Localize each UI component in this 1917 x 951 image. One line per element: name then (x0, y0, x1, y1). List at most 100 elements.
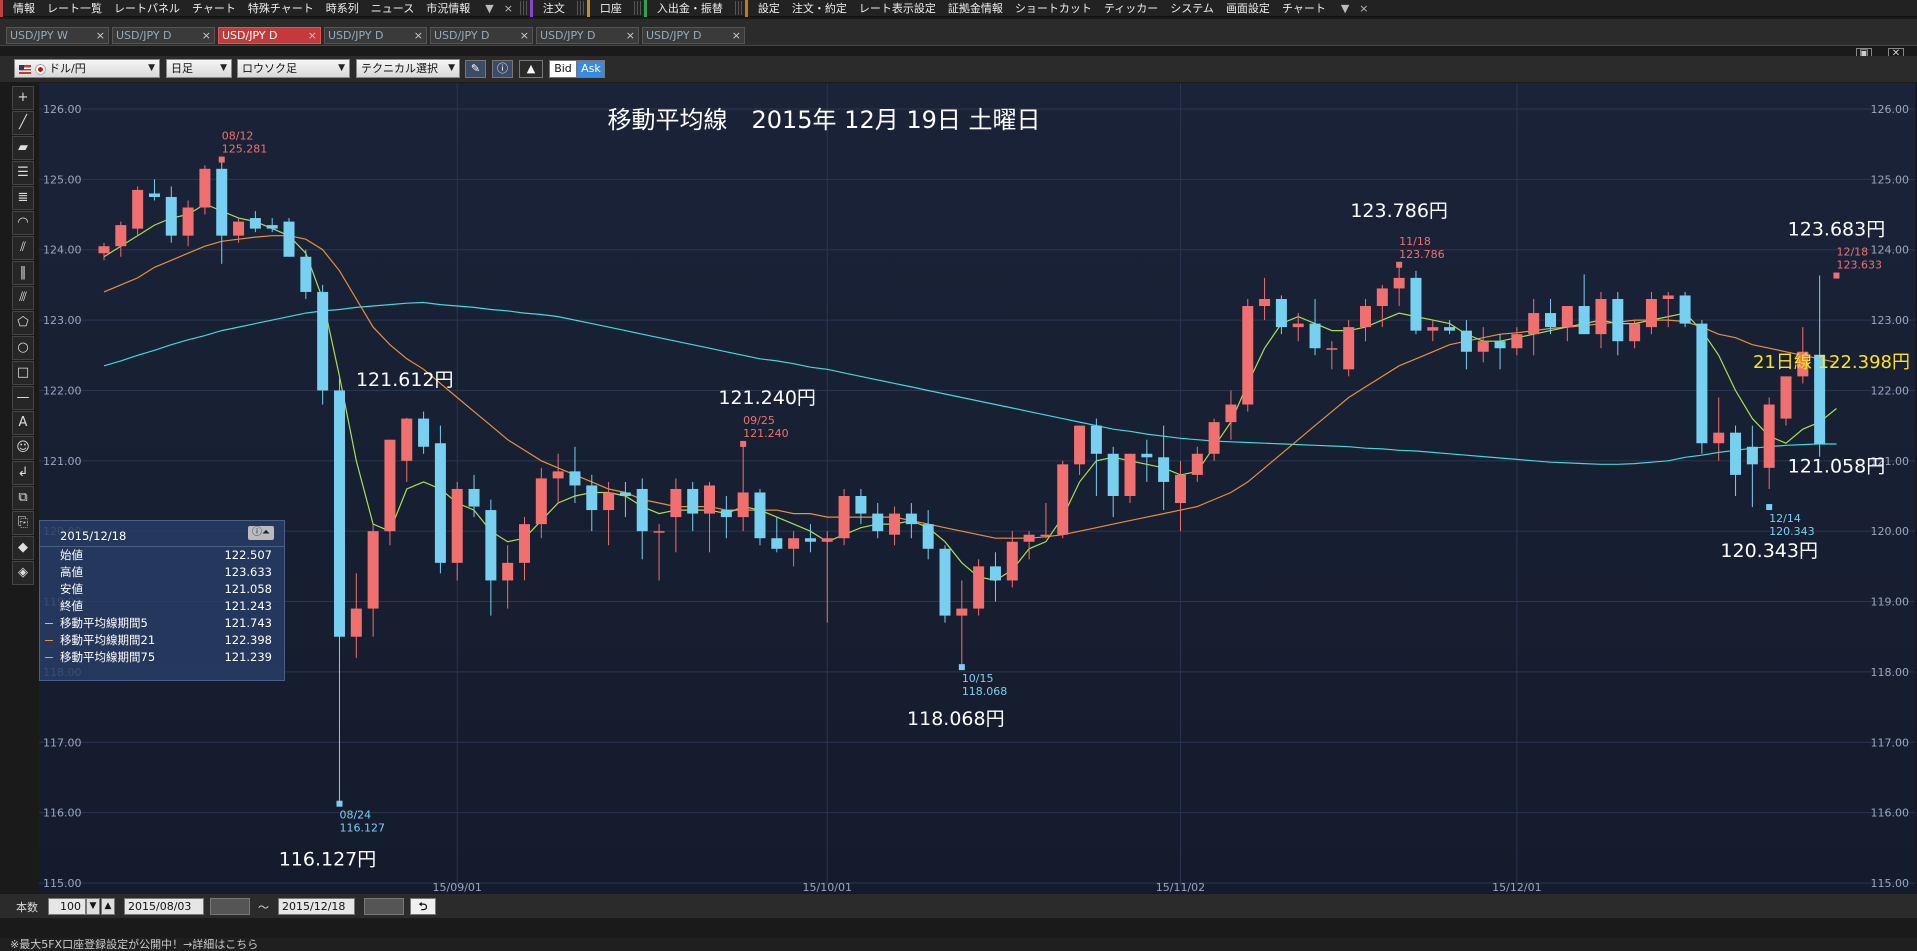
horizontal-lines-icon[interactable]: ☰ (12, 161, 34, 185)
menu-item-group1-3[interactable]: チャート (186, 0, 242, 16)
menu-item-group1-1[interactable]: レート一覧 (41, 0, 108, 16)
chart-style-select[interactable]: ロウソク足 ▼ (237, 59, 350, 78)
close-tab-icon[interactable]: × (732, 28, 741, 43)
menu-item-group5-1[interactable]: 注文・約定 (786, 0, 853, 16)
candle-body (350, 608, 362, 637)
menu-item-group5-2[interactable]: レート表示設定 (853, 0, 942, 16)
eraser-all-icon[interactable]: ◈ (12, 561, 34, 585)
menu-item-group1-5[interactable]: 時系列 (320, 0, 365, 16)
menu-item-group1-0[interactable]: 情報 (7, 0, 41, 16)
candle (199, 165, 211, 215)
candle-body (704, 485, 716, 514)
chart-tab[interactable]: USD/JPY D × (218, 27, 321, 44)
close-tab-icon[interactable]: × (96, 28, 105, 43)
candle (1410, 270, 1422, 335)
chart-tab[interactable]: USD/JPY D × (112, 27, 215, 44)
menu-item-group5-6[interactable]: システム (1164, 0, 1220, 16)
chart-tab[interactable]: USD/JPY D × (430, 27, 533, 44)
ruler-icon[interactable]: ▰ (12, 136, 34, 160)
candle-body (939, 548, 951, 616)
chart-tab[interactable]: USD/JPY W × (6, 27, 109, 44)
arrow-icon[interactable]: ↲ (12, 461, 34, 485)
menu-item-group2-0[interactable]: 注文 (537, 0, 571, 16)
close-tab-icon[interactable]: × (626, 28, 635, 43)
y-tick-label-right: 126.00 (1871, 103, 1910, 116)
candle (1679, 291, 1691, 328)
info-row-value: 121.243 (224, 599, 272, 613)
menu-item-group1-7[interactable]: 市況情報 (420, 0, 476, 16)
start-date-input[interactable]: 2015/08/03 (124, 898, 204, 915)
count-input[interactable]: 100 (48, 898, 86, 915)
smiley-icon[interactable]: ☺ (12, 436, 34, 460)
channel-icon[interactable]: ⫻ (12, 286, 34, 310)
candle-body (989, 566, 1001, 581)
chart-tab[interactable]: USD/JPY D × (536, 27, 639, 44)
menu-close-icon[interactable]: × (499, 2, 518, 15)
menu-item-group1-4[interactable]: 特殊チャート (242, 0, 320, 16)
reload-icon[interactable]: ⮌ (410, 898, 436, 915)
info-row-value: 122.507 (224, 548, 272, 562)
info-icon[interactable]: ⓘ (492, 60, 513, 78)
menu-item-group5-0[interactable]: 設定 (752, 0, 786, 16)
horizontal-line-icon[interactable]: — (12, 386, 34, 410)
menu-item-group5-7[interactable]: 画面設定 (1220, 0, 1276, 16)
menu-item-group1-6[interactable]: ニュース (365, 0, 420, 16)
close-tab-icon[interactable]: × (308, 28, 317, 43)
text-icon[interactable]: A (12, 411, 34, 435)
menu-item-group5-3[interactable]: 証拠金情報 (942, 0, 1009, 16)
candle-body (468, 488, 480, 507)
ask-button[interactable]: Ask (577, 60, 605, 78)
start-time-input[interactable] (210, 898, 250, 915)
chart-tab[interactable]: USD/JPY D × (642, 27, 745, 44)
candle-body (1242, 306, 1254, 405)
end-date-input[interactable]: 2015/12/18 (278, 898, 355, 915)
candle-body (1259, 298, 1271, 307)
vertical-lines-icon[interactable]: ‖ (12, 261, 34, 285)
chart-tab[interactable]: USD/JPY D × (324, 27, 427, 44)
end-time-input[interactable] (364, 898, 404, 915)
candlestick-chart[interactable]: 126.00 126.00 125.00 125.00 124.00 124.00 123.… (39, 83, 1915, 893)
y-tick-label-right: 116.00 (1871, 807, 1910, 820)
trendline-icon[interactable]: ╱ (12, 111, 34, 135)
menu-item-group5-5[interactable]: ティッカー (1098, 0, 1164, 16)
paste-icon[interactable]: ⎘ (12, 511, 34, 535)
candle (283, 218, 295, 257)
close-tab-icon[interactable]: × (414, 28, 423, 43)
close-tab-icon[interactable]: × (202, 28, 211, 43)
rectangle-icon[interactable]: □ (12, 361, 34, 385)
menu-item-group1-2[interactable]: レートパネル (108, 0, 186, 16)
pen-icon[interactable]: ✎ (465, 60, 486, 78)
candle-body (1511, 334, 1523, 349)
period-select[interactable]: 日足 ▼ (166, 59, 232, 78)
pentagon-icon[interactable]: ⬠ (12, 311, 34, 335)
status-ticker[interactable]: ※最大5FX口座登録設定が公開中！→詳細はこちら (0, 938, 1917, 951)
chart-svg[interactable]: 126.00 126.00 125.00 125.00 124.00 124.00 123.… (39, 83, 1915, 893)
gann-fan-icon[interactable]: ⫽ (12, 236, 34, 260)
fibonacci-icon[interactable]: ≣ (12, 186, 34, 210)
count-dropdown-icon[interactable]: ▼ (86, 898, 100, 915)
menu-group-settings: 設定 注文・約定 レート表示設定 証拠金情報 ショートカット ティッカー システム 画面設定チ… (744, 0, 1332, 17)
menu-close-icon-2[interactable]: × (1354, 2, 1373, 15)
circle-icon[interactable]: ○ (12, 336, 34, 360)
eraser-icon[interactable]: ◆ (12, 536, 34, 560)
menu-more-icon-2[interactable]: ▼ (1336, 2, 1354, 15)
menu-more-icon[interactable]: ▼ (480, 2, 498, 15)
info-row: 安値 121.058 (40, 581, 284, 598)
crosshair-icon[interactable]: + (12, 86, 34, 110)
currency-pair-label: ドル/円 (49, 62, 86, 75)
panel-collapse-icon[interactable]: ⓘ⏶ (248, 526, 274, 540)
bid-button[interactable]: Bid (549, 60, 577, 78)
menu-item-group4-0[interactable]: 入出金・振替 (651, 0, 729, 16)
y-tick-label-right: 125.00 (1871, 173, 1910, 186)
menu-item-group5-8[interactable]: チャート (1276, 0, 1332, 16)
price-callout: 118.068円 (907, 708, 1005, 730)
currency-pair-select[interactable]: ドル/円 ▼ (14, 59, 160, 78)
fan-icon[interactable]: ◠ (12, 211, 34, 235)
technical-select[interactable]: テクニカル選択 ▼ (356, 59, 460, 78)
mountain-chart-icon[interactable]: ▲ (519, 60, 543, 78)
menu-item-group5-4[interactable]: ショートカット (1009, 0, 1098, 16)
count-spin-up-icon[interactable]: ▲ (101, 898, 115, 915)
close-tab-icon[interactable]: × (520, 28, 529, 43)
menu-item-group3-0[interactable]: 口座 (594, 0, 628, 16)
copy-icon[interactable]: ⧉ (12, 486, 34, 510)
